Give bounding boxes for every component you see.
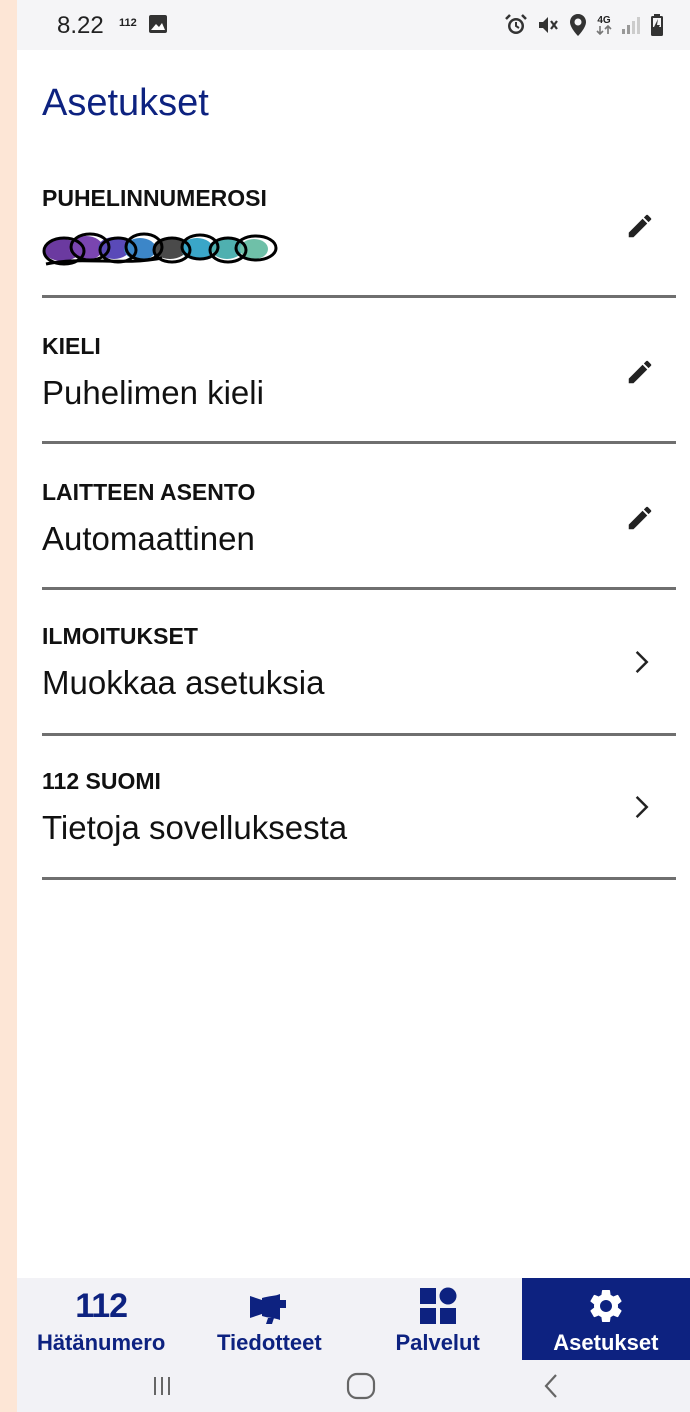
nav-label: Palvelut [395,1330,480,1355]
setting-label: ILMOITUKSET [42,623,198,649]
back-icon[interactable] [532,1370,572,1402]
services-grid-icon [354,1286,522,1326]
setting-row-about[interactable]: 112 SUOMI Tietoja sovelluksesta [42,736,676,882]
setting-label: PUHELINNUMEROSI [42,185,267,211]
emergency-number-icon: 112 [75,1286,128,1325]
status-bar: 8.22 112 4G [17,0,690,50]
setting-row-language[interactable]: KIELI Puhelimen kieli [42,298,676,444]
page-title: Asetukset [42,82,209,124]
recent-apps-icon[interactable] [142,1370,182,1402]
setting-row-phone-number[interactable]: PUHELINNUMEROSI [42,152,676,298]
setting-row-orientation[interactable]: LAITTEEN ASENTO Automaattinen [42,444,676,590]
setting-label: LAITTEEN ASENTO [42,479,256,505]
mute-icon [536,13,560,37]
setting-row-notifications[interactable]: ILMOITUKSET Muokkaa asetuksia [42,590,676,736]
divider [42,877,676,880]
4g-icon: 4G [596,15,612,35]
megaphone-icon [185,1286,353,1326]
setting-value: Puhelimen kieli [42,374,264,411]
nav-tab-emergency-number[interactable]: 112 Hätänumero [17,1278,185,1360]
nav-label: Hätänumero [36,1330,166,1355]
setting-label: 112 SUOMI [42,768,161,794]
setting-value: Muokkaa asetuksia [42,664,325,701]
nav-tab-announcements[interactable]: Tiedotteet [185,1278,353,1360]
status-icons: 4G [504,10,664,40]
setting-value: Tietoja sovelluksesta [42,809,348,846]
gear-icon [522,1286,690,1326]
left-edge-strip [0,0,17,1412]
edit-icon[interactable] [622,500,658,536]
nav-tab-services[interactable]: Palvelut [354,1278,522,1360]
signal-icon [620,14,642,36]
bottom-navigation: 112 Hätänumero Tiedotteet Palvelut Asetu… [17,1278,690,1360]
edit-icon[interactable] [622,354,658,390]
nav-label: Tiedotteet [217,1330,322,1355]
system-navigation-bar [17,1360,690,1412]
nav-tab-settings[interactable]: Asetukset [521,1278,690,1360]
alarm-icon [504,13,528,37]
home-icon[interactable] [341,1370,381,1402]
image-icon [148,14,168,39]
app-screen: 8.22 112 4G Asetukset PUHELINNUMEROSI KI… [17,0,690,1412]
status-time: 8.22 [57,12,104,39]
nav-label: Asetukset [553,1330,659,1355]
phone-number-redacted [42,226,292,280]
status-112-badge: 112 [119,17,137,29]
setting-label: KIELI [42,333,101,359]
edit-icon[interactable] [622,208,658,244]
chevron-right-icon[interactable] [622,789,658,825]
battery-icon [650,13,664,37]
chevron-right-icon[interactable] [622,644,658,680]
setting-value: Automaattinen [42,520,255,557]
location-icon [568,13,588,37]
